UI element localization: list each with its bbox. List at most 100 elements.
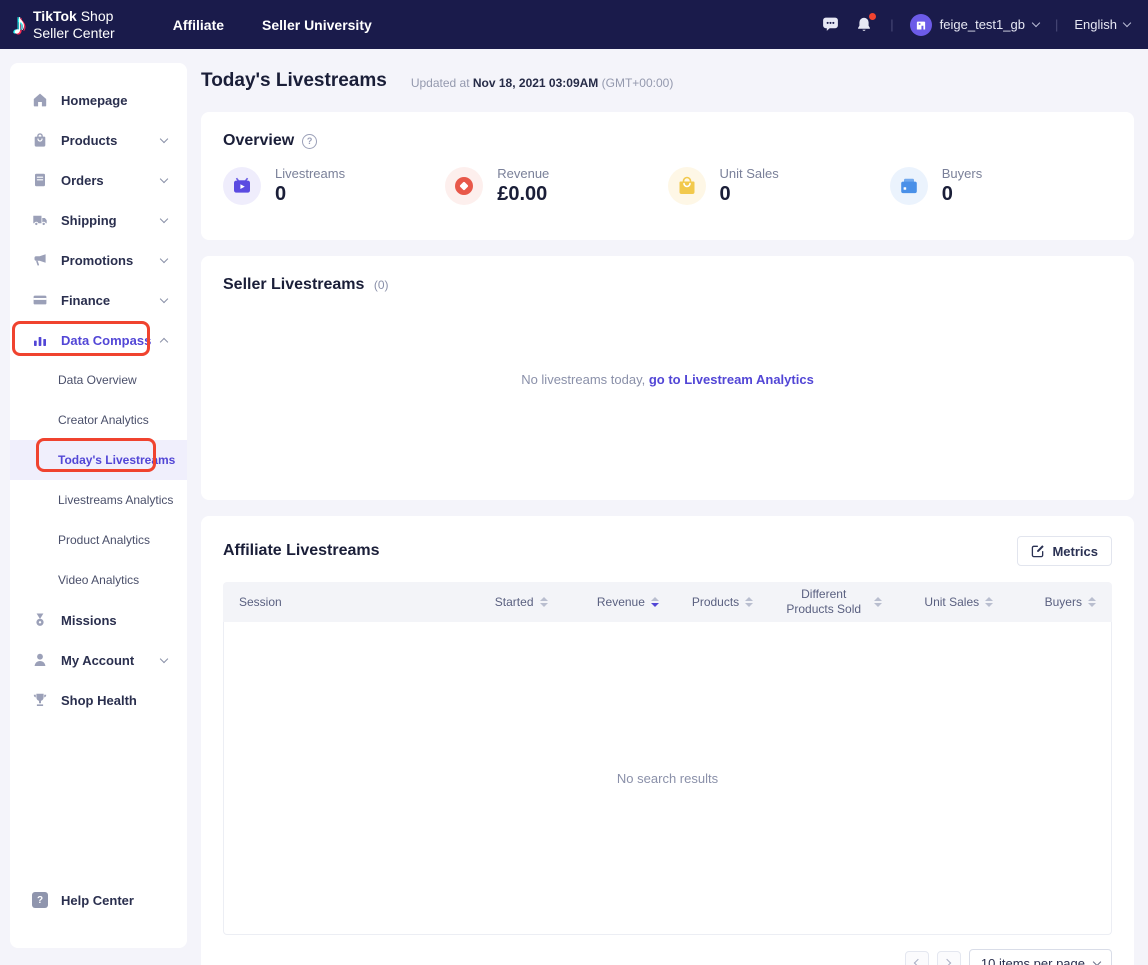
affiliate-table: Session Started Revenue Products <box>223 582 1112 935</box>
help-center-icon: ? <box>32 892 48 908</box>
sidebar-item-livestreams-analytics[interactable]: Livestreams Analytics <box>10 480 187 520</box>
table-empty-state: No search results <box>223 622 1112 935</box>
sort-icon[interactable] <box>985 597 993 607</box>
language-label: English <box>1074 17 1117 32</box>
sidebar-item-finance[interactable]: Finance <box>10 280 187 320</box>
metric-livestreams: Livestreams 0 <box>223 166 445 206</box>
items-per-page-select[interactable]: 10 items per page <box>969 949 1112 965</box>
chevron-up-icon <box>160 337 168 345</box>
chevron-down-icon <box>1032 19 1040 27</box>
chevron-down-icon <box>160 214 168 222</box>
buyers-wallet-icon <box>890 167 928 205</box>
affiliate-livestreams-card: Affiliate Livestreams Metrics Session St… <box>201 516 1134 965</box>
overview-title: Overview <box>223 132 294 150</box>
notification-bell-icon[interactable] <box>854 15 874 35</box>
seller-livestreams-title: Seller Livestreams <box>223 276 364 293</box>
sidebar-item-todays-livestreams[interactable]: Today's Livestreams <box>10 440 187 480</box>
promotions-megaphone-icon <box>32 252 48 268</box>
sidebar-item-promotions[interactable]: Promotions <box>10 240 187 280</box>
sort-icon-active-desc[interactable] <box>651 597 659 607</box>
sidebar-item-products[interactable]: Products <box>10 120 187 160</box>
separator: | <box>888 17 895 32</box>
metric-buyers: Buyers 0 <box>890 166 1112 206</box>
chevron-right-icon <box>943 959 951 965</box>
sidebar-item-data-compass[interactable]: Data Compass <box>10 320 187 360</box>
notification-badge <box>869 13 876 20</box>
overview-card: Overview ? Livestreams 0 <box>201 112 1134 240</box>
sort-icon[interactable] <box>745 597 753 607</box>
column-different-products-sold[interactable]: Different Products Sold <box>753 587 882 617</box>
brand-subtitle: Seller Center <box>33 25 115 41</box>
chat-bubble-icon[interactable] <box>820 15 840 35</box>
topbar: ♪ TikTok Shop Seller Center Affiliate Se… <box>0 0 1148 49</box>
sidebar-item-orders[interactable]: Orders <box>10 160 187 200</box>
tiktok-note-icon: ♪ <box>12 10 27 40</box>
livestream-tv-icon <box>223 167 261 205</box>
account-person-icon <box>32 652 48 668</box>
home-icon <box>32 92 48 108</box>
edit-square-icon <box>1031 544 1045 558</box>
sort-icon[interactable] <box>1088 597 1096 607</box>
chevron-left-icon <box>914 959 922 965</box>
seller-empty-state: No livestreams today, go to Livestream A… <box>223 372 1112 387</box>
sidebar-item-my-account[interactable]: My Account <box>10 640 187 680</box>
sidebar-item-product-analytics[interactable]: Product Analytics <box>10 520 187 560</box>
column-products[interactable]: Products <box>659 595 753 609</box>
user-menu[interactable]: feige_test1_gb <box>910 14 1039 36</box>
nav-affiliate[interactable]: Affiliate <box>173 17 224 33</box>
nav-seller-university[interactable]: Seller University <box>262 17 372 33</box>
chevron-down-icon <box>160 254 168 262</box>
column-revenue[interactable]: Revenue <box>548 595 659 609</box>
sidebar-item-video-analytics[interactable]: Video Analytics <box>10 560 187 600</box>
metrics-button[interactable]: Metrics <box>1017 536 1112 566</box>
chevron-down-icon <box>160 134 168 142</box>
pagination-prev-button[interactable] <box>905 951 929 965</box>
chevron-down-icon <box>160 654 168 662</box>
username: feige_test1_gb <box>940 17 1025 32</box>
tiktok-logo[interactable]: ♪ TikTok Shop Seller Center <box>12 8 115 40</box>
page-header: Today's Livestreams Updated at Nov 18, 2… <box>201 68 1134 92</box>
seller-livestreams-card: Seller Livestreams (0) No livestreams to… <box>201 256 1134 500</box>
sidebar-item-shipping[interactable]: Shipping <box>10 200 187 240</box>
shop-health-trophy-icon <box>32 692 48 708</box>
sidebar-item-data-overview[interactable]: Data Overview <box>10 360 187 400</box>
column-buyers[interactable]: Buyers <box>993 595 1096 609</box>
column-unit-sales[interactable]: Unit Sales <box>882 595 993 609</box>
affiliate-livestreams-title: Affiliate Livestreams <box>223 542 380 560</box>
sidebar: Homepage Products Orders Shipping Promot… <box>10 63 187 948</box>
separator: | <box>1053 17 1060 32</box>
brand-name: TikTok <box>33 8 77 24</box>
chevron-down-icon <box>1123 19 1131 27</box>
missions-medal-icon <box>32 612 48 628</box>
shop-avatar-icon <box>910 14 932 36</box>
unit-sales-bag-icon <box>668 167 706 205</box>
topbar-nav: Affiliate Seller University <box>173 17 372 33</box>
pagination-next-button[interactable] <box>937 951 961 965</box>
finance-card-icon <box>32 292 48 308</box>
column-started[interactable]: Started <box>462 595 548 609</box>
metric-revenue: Revenue £0.00 <box>445 166 667 206</box>
sort-icon[interactable] <box>540 597 548 607</box>
sidebar-item-shop-health[interactable]: Shop Health <box>10 680 187 720</box>
orders-icon <box>32 172 48 188</box>
brand-suffix: Shop <box>77 8 114 24</box>
sort-icon[interactable] <box>874 597 882 607</box>
sidebar-item-homepage[interactable]: Homepage <box>10 80 187 120</box>
chevron-down-icon <box>160 174 168 182</box>
overview-metrics: Livestreams 0 Revenue £0.00 <box>223 166 1112 206</box>
updated-datetime: Nov 18, 2021 03:09AM <box>473 76 598 90</box>
data-compass-chart-icon <box>32 332 48 348</box>
question-circle-icon[interactable]: ? <box>302 134 317 149</box>
updated-timezone: (GMT+00:00) <box>602 76 674 90</box>
sidebar-item-help-center[interactable]: ? Help Center <box>10 880 187 920</box>
updated-at: Updated at Nov 18, 2021 03:09AM (GMT+00:… <box>411 76 674 92</box>
sidebar-item-creator-analytics[interactable]: Creator Analytics <box>10 400 187 440</box>
pagination: 10 items per page <box>223 949 1112 965</box>
sidebar-item-missions[interactable]: Missions <box>10 600 187 640</box>
go-to-livestream-analytics-link[interactable]: go to Livestream Analytics <box>649 372 814 387</box>
chevron-down-icon <box>160 294 168 302</box>
table-header-row: Session Started Revenue Products <box>223 582 1112 622</box>
revenue-coin-icon <box>445 167 483 205</box>
language-selector[interactable]: English <box>1074 17 1130 32</box>
main-content: Today's Livestreams Updated at Nov 18, 2… <box>201 49 1134 965</box>
